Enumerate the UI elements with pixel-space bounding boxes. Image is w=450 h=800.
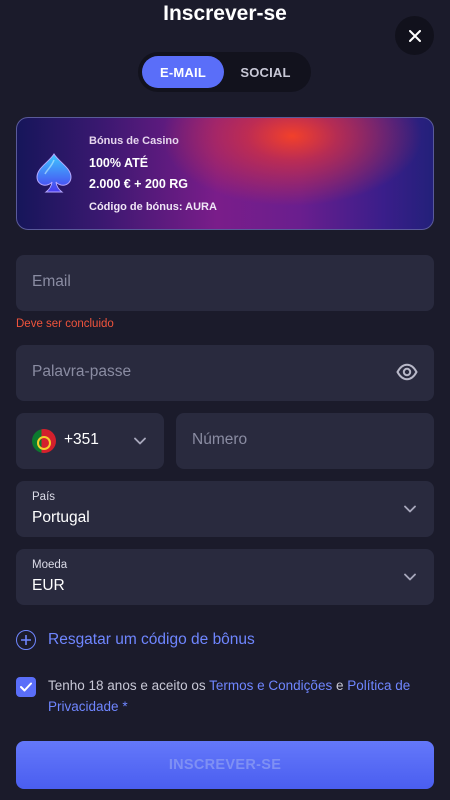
redeem-bonus-label: Resgatar um código de bônus xyxy=(48,631,255,648)
country-code-select[interactable]: +351 xyxy=(16,413,164,469)
password-placeholder: Palavra-passe xyxy=(32,363,132,380)
bonus-category: Bónus de Casino xyxy=(89,135,179,147)
country-select[interactable]: País Portugal xyxy=(16,481,434,537)
country-label: País xyxy=(32,491,56,503)
page-title: Inscrever-se xyxy=(163,2,287,25)
spade-icon xyxy=(36,153,72,193)
terms-checkbox[interactable] xyxy=(16,677,36,697)
terms-prefix: Tenho 18 anos e aceito os xyxy=(48,678,206,693)
tab-email[interactable]: E-MAIL xyxy=(142,56,224,88)
currency-value: EUR xyxy=(32,577,65,594)
portugal-flag-icon xyxy=(32,429,56,453)
plus-circle-icon xyxy=(16,630,36,650)
password-field[interactable]: Palavra-passe xyxy=(16,345,434,401)
country-code: +351 xyxy=(64,431,99,448)
close-button[interactable] xyxy=(395,16,434,55)
currency-select[interactable]: Moeda EUR xyxy=(16,549,434,605)
bonus-line-1: 100% ATÉ xyxy=(89,156,149,170)
bonus-line-2: 2.000 € + 200 RG xyxy=(89,177,189,191)
tab-social[interactable]: SOCIAL xyxy=(224,56,307,88)
email-error: Deve ser concluido xyxy=(16,318,114,330)
checkmark-icon xyxy=(20,682,32,692)
terms-link[interactable]: Termos e Condições xyxy=(209,678,332,693)
redeem-bonus-code-link[interactable]: Resgatar um código de bônus xyxy=(16,630,255,650)
terms-conjunction: e xyxy=(335,678,344,693)
chevron-down-icon xyxy=(404,505,416,513)
required-mark: * xyxy=(122,699,128,714)
bonus-code: Código de bónus: AURA xyxy=(89,200,217,215)
email-placeholder: Email xyxy=(32,273,71,290)
signup-method-tabs: E-MAIL SOCIAL xyxy=(138,52,311,92)
chevron-down-icon xyxy=(134,437,146,445)
bonus-code-label: Código de bónus: xyxy=(89,201,183,213)
signup-submit-button[interactable]: INSCREVER-SE xyxy=(16,741,434,789)
phone-number-field[interactable]: Número xyxy=(176,413,434,469)
casino-bonus-banner: Bónus de Casino 100% ATÉ 2.000 € + 200 R… xyxy=(16,117,434,230)
country-value: Portugal xyxy=(32,509,90,526)
eye-icon[interactable] xyxy=(396,363,418,381)
phone-number-placeholder: Número xyxy=(192,431,248,448)
chevron-down-icon xyxy=(404,573,416,581)
bonus-code-value: AURA xyxy=(185,201,217,213)
currency-label: Moeda xyxy=(32,559,68,571)
email-field[interactable]: Email xyxy=(16,255,434,311)
close-icon xyxy=(408,29,421,42)
terms-text: Tenho 18 anos e aceito os Termos e Condi… xyxy=(48,675,438,717)
